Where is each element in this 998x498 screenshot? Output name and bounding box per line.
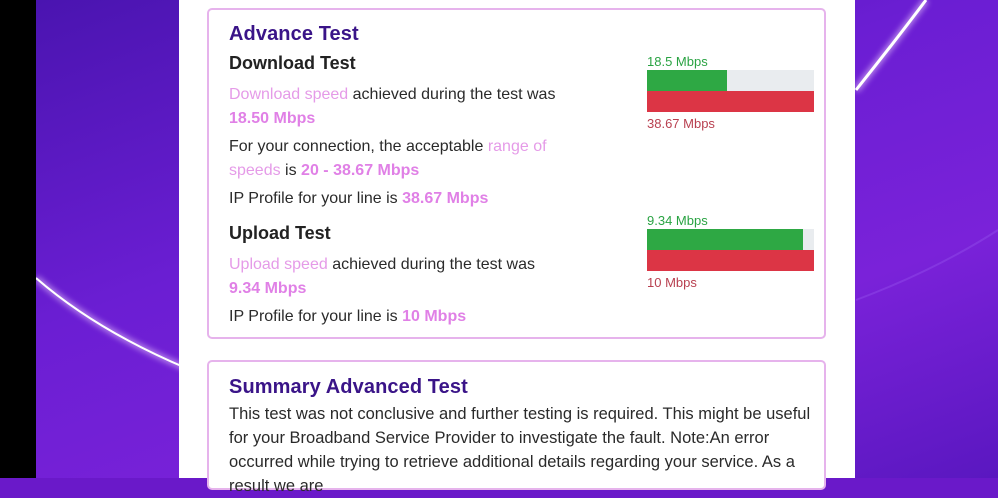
upload-profile-bar xyxy=(647,250,814,271)
upload-measured-speed-label: 9.34 Mbps xyxy=(647,213,708,228)
upload-ip-profile-value: 10 Mbps xyxy=(402,308,467,325)
download-measured-bar xyxy=(647,70,814,91)
download-range-text: For your connection, the acceptable rang… xyxy=(229,138,547,179)
upload-ip-profile-text: IP Profile for your line is 10 Mbps xyxy=(229,308,467,325)
download-profile-speed-label: 38.67 Mbps xyxy=(647,116,715,131)
advance-test-card: Advance Test Download Test Download spee… xyxy=(207,8,826,339)
download-ip-profile-value: 38.67 Mbps xyxy=(402,190,489,207)
upload-speed-value: 9.34 Mbps xyxy=(229,280,307,297)
advance-test-title: Advance Test xyxy=(229,23,359,45)
summary-text: This test was not conclusive and further… xyxy=(229,405,811,495)
summary-advanced-test-card: Summary Advanced Test This test was not … xyxy=(207,360,826,495)
download-measured-speed-label: 18.5 Mbps xyxy=(647,54,708,69)
download-profile-bar xyxy=(647,91,814,112)
download-ip-profile-text: IP Profile for your line is 38.67 Mbps xyxy=(229,190,489,207)
download-speed-value: 18.50 Mbps xyxy=(229,110,316,127)
download-speed-text: Download speed achieved during the test … xyxy=(229,86,556,127)
upload-test-heading: Upload Test xyxy=(229,223,331,243)
download-test-heading: Download Test xyxy=(229,53,356,73)
upload-measured-bar xyxy=(647,229,814,250)
upload-speed-text: Upload speed achieved during the test wa… xyxy=(229,256,535,297)
download-measured-bar-fill xyxy=(647,70,727,91)
left-edge-strip xyxy=(0,0,36,478)
upload-measured-bar-fill xyxy=(647,229,803,250)
summary-title: Summary Advanced Test xyxy=(229,376,468,398)
download-range-value: 20 - 38.67 Mbps xyxy=(301,162,420,179)
upload-speed-link[interactable]: Upload speed xyxy=(229,256,328,273)
upload-profile-speed-label: 10 Mbps xyxy=(647,275,697,290)
download-speed-link[interactable]: Download speed xyxy=(229,86,348,103)
